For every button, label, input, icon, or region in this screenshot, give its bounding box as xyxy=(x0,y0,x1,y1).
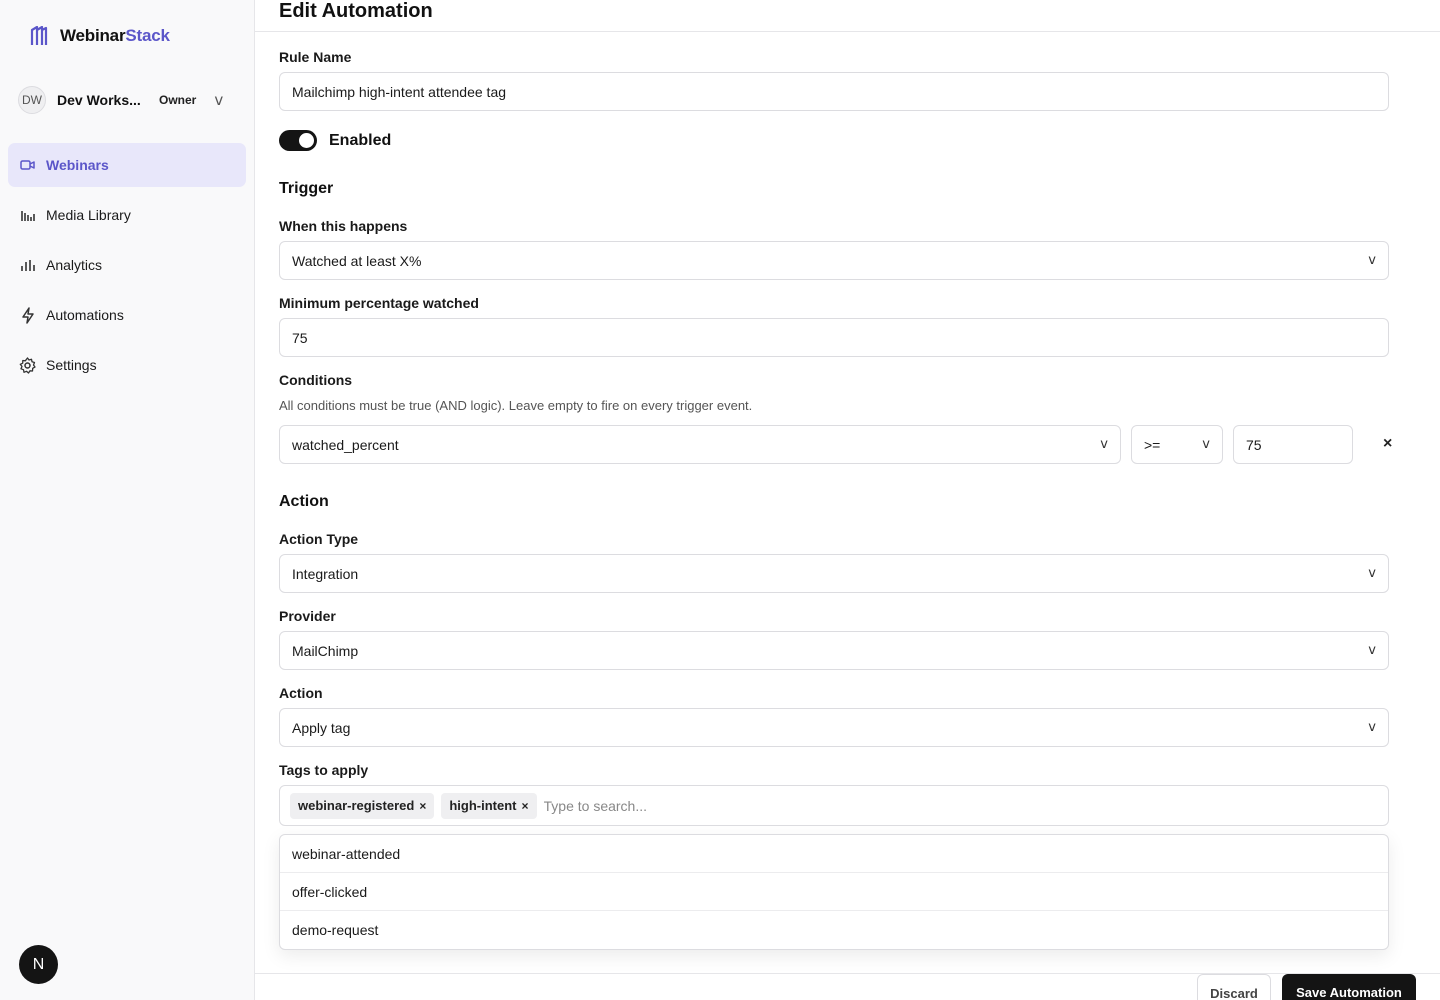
user-avatar[interactable]: N xyxy=(19,945,58,984)
action-type-select[interactable]: Integration v xyxy=(279,554,1389,593)
sidebar: WebinarStack DW Dev Works... Owner v Web… xyxy=(0,0,255,1000)
condition-value: 75 xyxy=(1246,436,1262,453)
when-label: When this happens xyxy=(279,218,408,234)
tag-chip: webinar-registered × xyxy=(290,792,435,819)
tag-chip: high-intent × xyxy=(441,792,537,819)
columns-logo-icon xyxy=(30,26,48,45)
enabled-toggle-row: Enabled xyxy=(279,130,391,151)
form-footer: Discard Save Automation xyxy=(255,973,1440,1000)
tags-input[interactable]: webinar-registered × high-intent × xyxy=(279,785,1389,826)
tag-search-input[interactable] xyxy=(543,790,1378,821)
tag-option[interactable]: offer-clicked xyxy=(280,873,1388,911)
provider-label: Provider xyxy=(279,608,336,624)
enabled-label: Enabled xyxy=(329,131,392,149)
trigger-section-title: Trigger xyxy=(279,180,334,197)
save-automation-button[interactable]: Save Automation xyxy=(1282,974,1416,1000)
action-value: Apply tag xyxy=(292,719,351,736)
trigger-select[interactable]: Watched at least X% v xyxy=(279,241,1389,280)
sidebar-item-media-library[interactable]: Media Library xyxy=(8,193,246,237)
chevron-down-icon: v xyxy=(1368,643,1376,658)
tag-option[interactable]: webinar-attended xyxy=(280,835,1388,873)
rule-name-value: Mailchimp high-intent attendee tag xyxy=(292,83,507,100)
rule-name-input[interactable]: Mailchimp high-intent attendee tag xyxy=(279,72,1389,111)
action-type-label: Action Type xyxy=(279,531,359,547)
action-section-title: Action xyxy=(279,493,329,510)
toggle-knob xyxy=(299,133,314,148)
gear-icon xyxy=(19,356,36,374)
media-library-icon xyxy=(19,207,36,224)
video-camera-icon xyxy=(19,157,36,174)
sidebar-nav: Webinars Media Library Analytics Automat… xyxy=(8,143,246,393)
workspace-name: Dev Works... xyxy=(57,92,141,108)
provider-select[interactable]: MailChimp v xyxy=(279,631,1389,670)
condition-field-value: watched_percent xyxy=(292,436,399,453)
discard-button[interactable]: Discard xyxy=(1197,974,1271,1000)
tag-option[interactable]: demo-request xyxy=(280,911,1388,949)
rule-name-label: Rule Name xyxy=(279,49,352,65)
tag-options-dropdown: webinar-attended offer-clicked demo-requ… xyxy=(279,834,1389,950)
action-type-value: Integration xyxy=(292,565,359,582)
condition-value-input[interactable]: 75 xyxy=(1233,425,1353,464)
sidebar-item-automations[interactable]: Automations xyxy=(8,293,246,337)
chevron-down-icon: v xyxy=(1100,437,1108,452)
tags-label: Tags to apply xyxy=(279,762,369,778)
remove-condition-icon[interactable]: × xyxy=(1383,435,1392,453)
bar-chart-icon xyxy=(19,257,36,274)
tag-chip-label: webinar-registered xyxy=(298,798,415,813)
main-content: Edit Automation Rule Name Mailchimp high… xyxy=(255,0,1440,1000)
sidebar-item-label: Webinars xyxy=(46,157,109,173)
tag-chip-label: high-intent xyxy=(449,798,517,813)
sidebar-item-settings[interactable]: Settings xyxy=(8,343,246,387)
sidebar-item-label: Automations xyxy=(46,307,124,323)
trigger-value: Watched at least X% xyxy=(292,252,422,269)
chevron-down-icon: v xyxy=(1368,253,1376,268)
conditions-label: Conditions xyxy=(279,372,353,388)
chevron-down-icon: v xyxy=(214,91,224,109)
workspace-avatar: DW xyxy=(18,86,46,114)
brand[interactable]: WebinarStack xyxy=(30,26,170,46)
chevron-down-icon: v xyxy=(1368,566,1376,581)
remove-tag-icon[interactable]: × xyxy=(522,799,529,813)
min-percentage-label: Minimum percentage watched xyxy=(279,295,479,311)
brand-name: WebinarStack xyxy=(60,26,170,45)
workspace-role: Owner xyxy=(159,93,197,107)
condition-operator-select[interactable]: >= v xyxy=(1131,425,1223,464)
sidebar-item-analytics[interactable]: Analytics xyxy=(8,243,246,287)
sidebar-item-label: Analytics xyxy=(46,257,103,273)
action-label: Action xyxy=(279,685,323,701)
conditions-helper: All conditions must be true (AND logic).… xyxy=(279,398,753,413)
enabled-toggle[interactable] xyxy=(279,130,317,151)
sidebar-item-label: Settings xyxy=(46,357,97,373)
condition-operator-value: >= xyxy=(1144,436,1161,453)
condition-field-select[interactable]: watched_percent v xyxy=(279,425,1121,464)
page-title: Edit Automation xyxy=(279,0,433,22)
min-percentage-input[interactable]: 75 xyxy=(279,318,1389,357)
sidebar-item-label: Media Library xyxy=(46,207,131,223)
page-header: Edit Automation xyxy=(255,0,1440,32)
action-select[interactable]: Apply tag v xyxy=(279,708,1389,747)
chevron-down-icon: v xyxy=(1368,720,1376,735)
provider-value: MailChimp xyxy=(292,642,359,659)
min-percentage-value: 75 xyxy=(292,329,308,346)
workspace-switcher[interactable]: DW Dev Works... Owner v xyxy=(18,85,236,115)
chevron-down-icon: v xyxy=(1202,437,1210,452)
lightning-icon xyxy=(19,306,36,324)
sidebar-item-webinars[interactable]: Webinars xyxy=(8,143,246,187)
remove-tag-icon[interactable]: × xyxy=(419,799,426,813)
